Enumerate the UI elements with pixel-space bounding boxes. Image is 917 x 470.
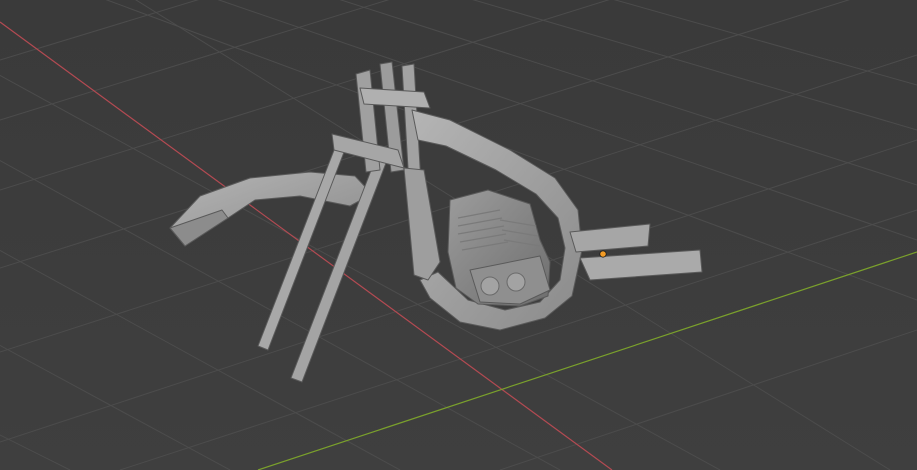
object-origin-dot[interactable] [599, 250, 607, 258]
3d-viewport[interactable] [0, 0, 917, 470]
